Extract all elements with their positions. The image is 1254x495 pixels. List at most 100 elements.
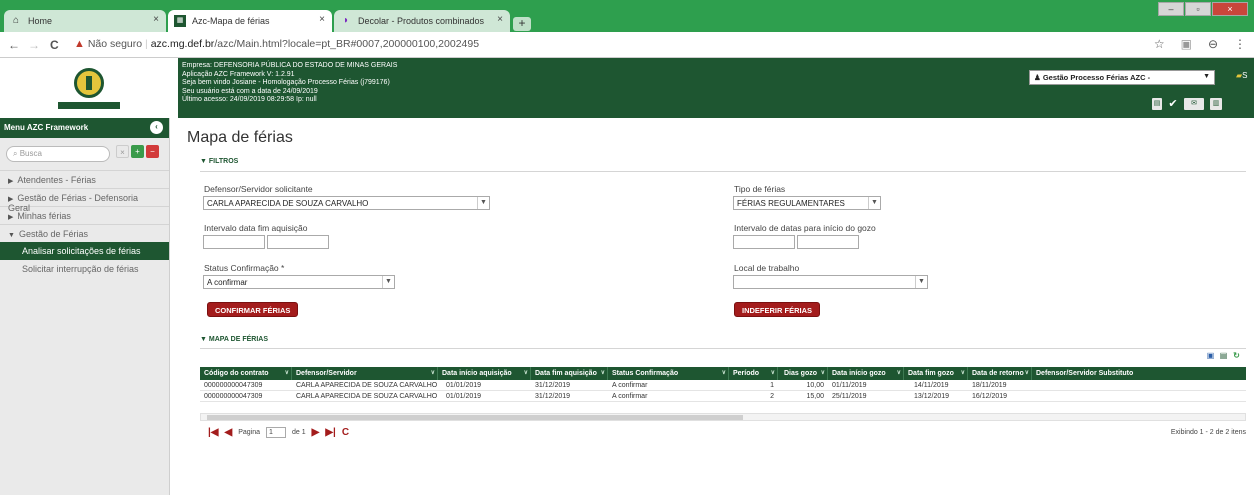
account-icon[interactable]: ⊖ — [1208, 37, 1218, 51]
reload-icon[interactable]: C — [342, 427, 349, 438]
col-header-status[interactable]: Status Confirmação ∨ — [608, 367, 729, 380]
chevron-right-icon: ▶ — [8, 178, 14, 185]
table-row[interactable]: 000000000047309 CARLA APARECIDA DE SOUZA… — [200, 391, 1246, 402]
header-right-text: ▰S — [1236, 71, 1248, 80]
col-header-dias-gozo[interactable]: Dias gozo ∨ — [778, 367, 828, 380]
sidebar-search-input[interactable]: ⌕ Busca — [6, 146, 110, 162]
sidebar: Menu AZC Framework ‹ ⌕ Busca × + − ▶ Aten… — [0, 118, 170, 495]
workplace-select[interactable]: ▼ — [733, 275, 928, 289]
home-icon: ⌂ — [12, 15, 20, 26]
sidebar-item-gestao-ferias[interactable]: ▼ Gestão de Férias — [0, 224, 169, 242]
forward-button[interactable]: → — [28, 38, 40, 52]
url-field[interactable]: ▲ Não seguro | azc.mg.def.br/azc/Main.ht… — [74, 38, 479, 50]
first-page-icon[interactable]: |◀ — [208, 427, 219, 438]
sidebar-header: Menu AZC Framework ‹ — [0, 118, 169, 138]
search-placeholder: Busca — [19, 149, 42, 158]
sidebar-item-gestao-defensoria[interactable]: ▶ Gestão de Férias - Defensoria Geral — [0, 188, 169, 213]
sidebar-subitem-interrupcao[interactable]: Solicitar interrupção de férias — [0, 260, 169, 278]
book-icon[interactable]: ▥ — [1210, 98, 1222, 110]
search-icon: ⌕ — [13, 149, 18, 158]
tab-home[interactable]: ⌂ Home × — [4, 10, 166, 32]
collapse-icon[interactable]: ‹ — [150, 121, 163, 134]
table-row[interactable]: 000000000047309 CARLA APARECIDA DE SOUZA… — [200, 380, 1246, 391]
gozo-start-date-input[interactable] — [733, 235, 795, 249]
window-controls: – ▫ × — [1158, 2, 1248, 16]
cell-contrato: 000000000047309 — [204, 393, 263, 400]
collapse-all-button[interactable]: − — [146, 145, 159, 158]
new-tab-button[interactable]: + — [513, 17, 531, 31]
expand-all-button[interactable]: + — [131, 145, 144, 158]
scrollbar-thumb[interactable] — [207, 415, 743, 420]
app-favicon-icon: ▦ — [174, 15, 186, 27]
grid-header-row: Código do contrato ∨ Defensor/Servidor ∨ D… — [200, 367, 1246, 380]
close-icon[interactable]: × — [497, 14, 503, 25]
cell-dias-gozo: 15,00 — [806, 393, 824, 400]
filters-section-toggle[interactable]: ▼ FILTROS — [200, 158, 238, 165]
col-header-substituto[interactable]: Defensor/Servidor Substituto — [1032, 367, 1246, 380]
confirm-vacation-button[interactable]: CONFIRMAR FÉRIAS — [207, 302, 299, 317]
star-icon[interactable]: ☆ — [1154, 37, 1165, 51]
tab-decolar[interactable]: ◗ Decolar - Produtos combinados × — [334, 10, 510, 32]
gozo-end-date-input[interactable] — [797, 235, 859, 249]
workplace-label: Local de trabalho — [734, 263, 800, 273]
refresh-icon[interactable]: ↻ — [1231, 351, 1242, 361]
mail-icon[interactable]: ✉ — [1184, 98, 1204, 110]
browser-tab-bar: ⌂ Home × ▦ Azc-Mapa de férias × ◗ Decola… — [0, 0, 1254, 32]
maximize-button[interactable]: ▫ — [1185, 2, 1211, 16]
cell-defensor: CARLA APARECIDA DE SOUZA CARVALHO — [296, 393, 438, 400]
col-header-periodo[interactable]: Período ∨ — [729, 367, 778, 380]
next-page-icon[interactable]: ▶ — [312, 427, 320, 438]
vacation-grid: Código do contrato ∨ Defensor/Servidor ∨ D… — [200, 367, 1246, 402]
grid-section-toggle[interactable]: ▼ MAPA DE FÉRIAS — [200, 336, 268, 343]
more-icon[interactable]: ⋮ — [1234, 37, 1246, 51]
extension-icon[interactable]: ▣ — [1181, 37, 1192, 51]
close-icon[interactable]: × — [153, 14, 159, 25]
header-icon-bar: ▤ ✔ ✉ ▥ — [1152, 98, 1222, 110]
reload-button[interactable]: C — [50, 38, 59, 52]
col-header-inicio-aquisicao[interactable]: Data início aquisição ∨ — [438, 367, 531, 380]
cell-substituto — [1032, 380, 1036, 391]
col-header-contrato[interactable]: Código do contrato ∨ — [200, 367, 292, 380]
col-header-fim-aquisicao[interactable]: Data fim aquisição ∨ — [531, 367, 608, 380]
acq-end-date-input[interactable] — [267, 235, 329, 249]
security-label: Não seguro — [87, 38, 143, 50]
clear-search-button[interactable]: × — [116, 145, 129, 158]
minimize-button[interactable]: – — [1158, 2, 1184, 16]
requester-select[interactable]: CARLA APARECIDA DE SOUZA CARVALHO ▼ — [203, 196, 490, 210]
acq-start-date-input[interactable] — [203, 235, 265, 249]
window-close-button[interactable]: × — [1212, 2, 1248, 16]
last-access-line: Último acesso: 24/09/2019 08:29:58 Ip: n… — [182, 96, 317, 104]
reject-vacation-button[interactable]: INDEFERIR FÉRIAS — [734, 302, 821, 317]
sidebar-subitem-analisar[interactable]: Analisar solicitações de férias — [0, 242, 169, 260]
tools-icon[interactable]: ✔ — [1168, 98, 1178, 110]
cell-fim-aquisicao: 31/12/2019 — [535, 382, 571, 389]
chevron-down-icon: ▼ — [868, 197, 880, 209]
status-select[interactable]: A confirmar ▼ — [203, 275, 395, 289]
process-select[interactable]: ♟ Gestão Processo Férias AZC - ▼ — [1029, 70, 1215, 85]
cell-status: A confirmar — [612, 393, 648, 400]
cell-fim-aquisicao: 31/12/2019 — [535, 393, 571, 400]
prev-page-icon[interactable]: ◀ — [225, 427, 233, 438]
tab-mapa-ferias[interactable]: ▦ Azc-Mapa de férias × — [168, 10, 332, 32]
col-header-retorno[interactable]: Data de retorno ∨ — [968, 367, 1032, 380]
sidebar-item-atendentes[interactable]: ▶ Atendentes - Férias — [0, 170, 169, 188]
export-icon[interactable]: ▤ — [1218, 351, 1229, 361]
save-icon[interactable]: ▣ — [1205, 351, 1216, 361]
col-header-defensor[interactable]: Defensor/Servidor ∨ — [292, 367, 438, 380]
col-header-inicio-gozo[interactable]: Data início gozo ∨ — [828, 367, 904, 380]
col-header-fim-gozo[interactable]: Data fim gozo ∨ — [904, 367, 968, 380]
horizontal-scrollbar[interactable] — [200, 413, 1246, 421]
pager-page-input[interactable]: 1 — [266, 427, 286, 438]
status-label: Status Confirmação * — [204, 263, 285, 273]
emblem-icon — [74, 67, 104, 98]
chevron-right-icon: ▶ — [8, 214, 14, 221]
cell-inicio-gozo: 01/11/2019 — [832, 382, 867, 389]
address-bar: ← → C ▲ Não seguro | azc.mg.def.br/azc/M… — [0, 32, 1254, 58]
close-icon[interactable]: × — [319, 14, 325, 25]
cell-periodo: 1 — [770, 382, 774, 389]
back-button[interactable]: ← — [8, 38, 20, 52]
last-page-icon[interactable]: ▶| — [325, 427, 336, 438]
app-info: Empresa: DEFENSORIA PÚBLICA DO ESTADO DE… — [182, 62, 397, 105]
document-icon[interactable]: ▤ — [1152, 98, 1162, 110]
vacation-type-select[interactable]: FÉRIAS REGULAMENTARES ▼ — [733, 196, 881, 210]
